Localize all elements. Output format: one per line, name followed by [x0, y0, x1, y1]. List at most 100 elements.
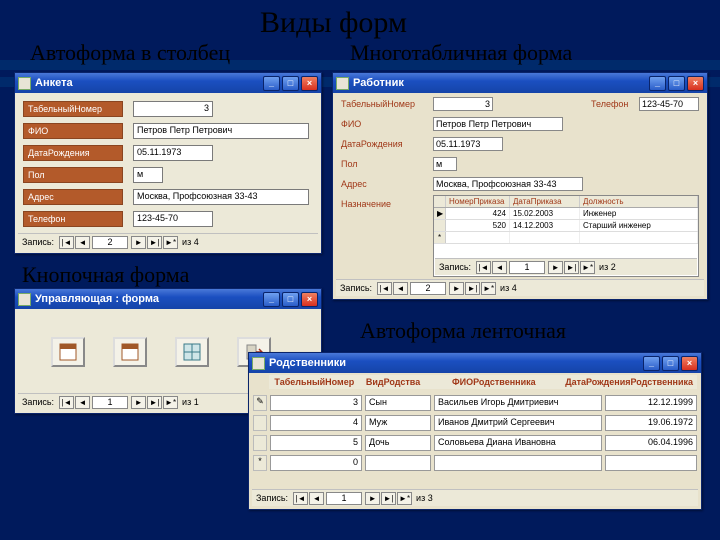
nav-next-button[interactable]: ► — [131, 396, 146, 409]
maximize-button[interactable]: □ — [668, 76, 685, 91]
close-button[interactable]: × — [301, 292, 318, 307]
nav-last-button[interactable]: ►| — [564, 261, 579, 274]
maximize-button[interactable]: □ — [282, 292, 299, 307]
cell-tabnum[interactable]: 3 — [270, 395, 362, 411]
col-tabnum[interactable]: ТабельныйНомер — [269, 375, 360, 389]
cell-dob[interactable]: 06.04.1996 — [605, 435, 697, 451]
row-selector[interactable] — [434, 220, 446, 231]
record-number-field[interactable]: 1 — [509, 261, 545, 274]
nav-new-button[interactable]: ►* — [481, 282, 496, 295]
table-row[interactable]: * 0 — [253, 455, 697, 471]
cell-rel[interactable]: Сын — [365, 395, 431, 411]
record-number-field[interactable]: 2 — [410, 282, 446, 295]
addr-field[interactable]: Москва, Профсоюзная 33-43 — [133, 189, 309, 205]
nav-new-button[interactable]: ►* — [580, 261, 595, 274]
table-row[interactable]: * — [434, 232, 698, 244]
cell-dob[interactable] — [605, 455, 697, 471]
cell-dob[interactable]: 19.06.1972 — [605, 415, 697, 431]
tel-field[interactable]: 123-45-70 — [639, 97, 699, 111]
table-row[interactable]: ▶ 424 15.02.2003 Инженер — [434, 208, 698, 220]
cell-rel[interactable]: Дочь — [365, 435, 431, 451]
titlebar[interactable]: Анкета _ □ × — [15, 73, 321, 93]
cell-rel[interactable] — [365, 455, 431, 471]
sex-field[interactable]: м — [133, 167, 163, 183]
nav-last-button[interactable]: ►| — [147, 236, 162, 249]
nav-last-button[interactable]: ►| — [381, 492, 396, 505]
dob-field[interactable]: 05.11.1973 — [133, 145, 213, 161]
cell-date[interactable]: 14.12.2003 — [510, 220, 580, 231]
tabnum-field[interactable]: 3 — [433, 97, 493, 111]
minimize-button[interactable]: _ — [649, 76, 666, 91]
minimize-button[interactable]: _ — [263, 292, 280, 307]
nav-next-button[interactable]: ► — [449, 282, 464, 295]
record-number-field[interactable]: 2 — [92, 236, 128, 249]
maximize-button[interactable]: □ — [282, 76, 299, 91]
open-form-1-button[interactable] — [51, 337, 85, 367]
close-button[interactable]: × — [681, 356, 698, 371]
cell-fio[interactable]: Соловьева Диана Ивановна — [434, 435, 602, 451]
cell-num[interactable]: 520 — [446, 220, 510, 231]
cell-pos[interactable] — [580, 232, 698, 243]
nav-first-button[interactable]: |◄ — [59, 396, 74, 409]
cell-date[interactable] — [510, 232, 580, 243]
col-date[interactable]: ДатаПриказа — [510, 196, 580, 207]
record-number-field[interactable]: 1 — [92, 396, 128, 409]
minimize-button[interactable]: _ — [263, 76, 280, 91]
cell-fio[interactable]: Васильев Игорь Дмитриевич — [434, 395, 602, 411]
cell-pos[interactable]: Инженер — [580, 208, 698, 219]
nav-prev-button[interactable]: ◄ — [492, 261, 507, 274]
titlebar[interactable]: Работник _ □ × — [333, 73, 707, 93]
sex-field[interactable]: м — [433, 157, 457, 171]
col-rel[interactable]: ВидРодства — [360, 375, 427, 389]
table-row[interactable]: 520 14.12.2003 Старший инженер — [434, 220, 698, 232]
nav-new-button[interactable]: ►* — [163, 236, 178, 249]
open-form-2-button[interactable] — [113, 337, 147, 367]
record-number-field[interactable]: 1 — [326, 492, 362, 505]
nav-last-button[interactable]: ►| — [465, 282, 480, 295]
row-selector[interactable]: ▶ — [434, 208, 446, 219]
row-selector[interactable] — [253, 435, 267, 451]
cell-num[interactable]: 424 — [446, 208, 510, 219]
table-row[interactable]: 5 Дочь Соловьева Диана Ивановна 06.04.19… — [253, 435, 697, 451]
col-num[interactable]: НомерПриказа — [446, 196, 510, 207]
nav-first-button[interactable]: |◄ — [59, 236, 74, 249]
row-selector[interactable]: ✎ — [253, 395, 267, 411]
cell-date[interactable]: 15.02.2003 — [510, 208, 580, 219]
nav-prev-button[interactable]: ◄ — [75, 396, 90, 409]
nav-next-button[interactable]: ► — [548, 261, 563, 274]
row-selector[interactable]: * — [434, 232, 446, 243]
titlebar[interactable]: Родственники _ □ × — [249, 353, 701, 373]
tabnum-field[interactable]: 3 — [133, 101, 213, 117]
cell-tabnum[interactable]: 5 — [270, 435, 362, 451]
col-dob[interactable]: ДатаРожденияРодственника — [561, 375, 697, 389]
nav-prev-button[interactable]: ◄ — [309, 492, 324, 505]
addr-field[interactable]: Москва, Профсоюзная 33-43 — [433, 177, 583, 191]
cell-pos[interactable]: Старший инженер — [580, 220, 698, 231]
cell-dob[interactable]: 12.12.1999 — [605, 395, 697, 411]
nav-first-button[interactable]: |◄ — [476, 261, 491, 274]
nav-new-button[interactable]: ►* — [397, 492, 412, 505]
nav-first-button[interactable]: |◄ — [293, 492, 308, 505]
row-selector[interactable] — [253, 415, 267, 431]
tel-field[interactable]: 123-45-70 — [133, 211, 213, 227]
col-fio[interactable]: ФИОРодственника — [426, 375, 561, 389]
open-form-3-button[interactable] — [175, 337, 209, 367]
cell-tabnum[interactable]: 0 — [270, 455, 362, 471]
titlebar[interactable]: Управляющая : форма _ □ × — [15, 289, 321, 309]
table-row[interactable]: ✎ 3 Сын Васильев Игорь Дмитриевич 12.12.… — [253, 395, 697, 411]
cell-num[interactable] — [446, 232, 510, 243]
row-selector[interactable]: * — [253, 455, 267, 471]
fio-field[interactable]: Петров Петр Петрович — [133, 123, 309, 139]
close-button[interactable]: × — [687, 76, 704, 91]
cell-fio[interactable] — [434, 455, 602, 471]
nav-prev-button[interactable]: ◄ — [75, 236, 90, 249]
close-button[interactable]: × — [301, 76, 318, 91]
minimize-button[interactable]: _ — [643, 356, 660, 371]
cell-fio[interactable]: Иванов Дмитрий Сергеевич — [434, 415, 602, 431]
col-pos[interactable]: Должность — [580, 196, 698, 207]
nav-last-button[interactable]: ►| — [147, 396, 162, 409]
nav-prev-button[interactable]: ◄ — [393, 282, 408, 295]
nav-next-button[interactable]: ► — [131, 236, 146, 249]
nav-next-button[interactable]: ► — [365, 492, 380, 505]
dob-field[interactable]: 05.11.1973 — [433, 137, 503, 151]
